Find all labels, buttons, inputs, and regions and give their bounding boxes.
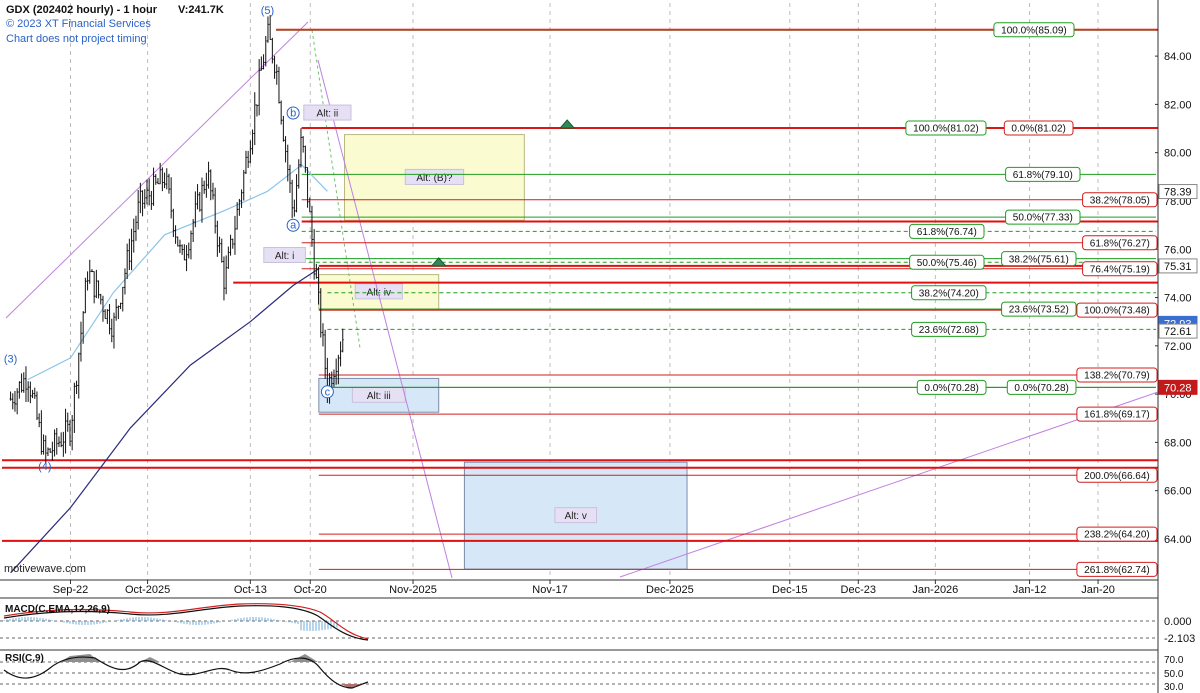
fib-level-label: 50.0%(75.46) xyxy=(917,258,977,269)
fib-level-label: 100.0%(85.09) xyxy=(1001,25,1067,36)
y-tick-label: 84.00 xyxy=(1164,51,1192,63)
x-tick-label: Jan-2026 xyxy=(912,584,958,596)
x-tick-label: Nov-2025 xyxy=(389,584,437,596)
fib-level-label: 76.4%(75.19) xyxy=(1090,264,1150,275)
y-tick-label: 74.00 xyxy=(1164,293,1192,305)
wave-label: (5) xyxy=(261,5,274,17)
volume-readout: V:241.7K xyxy=(178,4,224,16)
y-tick-label: 64.00 xyxy=(1164,534,1192,546)
annotation-layer: (5) (3) (4) b a c Alt: ii Alt: i xyxy=(4,5,576,473)
fib-level-label: 23.6%(73.52) xyxy=(1009,305,1069,316)
rsi-tick-label: 50.0 xyxy=(1164,669,1184,680)
x-tick-label: Dec-15 xyxy=(772,584,807,596)
target-triangle xyxy=(559,119,576,129)
fib-level-label: 0.0%(70.28) xyxy=(924,383,978,394)
fib-level-label: 61.8%(76.74) xyxy=(917,227,977,238)
disclaimer-text: Chart does not project timing xyxy=(6,33,147,45)
fib-level-label: 61.8%(79.10) xyxy=(1013,170,1073,181)
fib-level-label: 238.2%(64.20) xyxy=(1084,530,1150,541)
fib-level-label: 38.2%(75.61) xyxy=(1009,254,1069,265)
fib-level-label: 0.0%(70.28) xyxy=(1014,383,1068,394)
alt-label: Alt: ii xyxy=(317,109,339,120)
wave-label: (4) xyxy=(38,461,51,473)
fib-level-label: 261.8%(62.74) xyxy=(1084,565,1150,576)
chart-title: GDX (202402 hourly) - 1 hour xyxy=(6,4,158,16)
wave-label: a xyxy=(290,220,297,232)
moving-average-layer xyxy=(10,163,328,574)
fib-level-label: 50.0%(77.33) xyxy=(1013,213,1073,224)
alt-label: Alt: i xyxy=(275,251,294,262)
rsi-panel: RSI(C,9) 70.0 50.0 30.0 xyxy=(0,649,1184,693)
moving-average-line xyxy=(10,268,320,574)
y-tick-label: 80.00 xyxy=(1164,148,1192,160)
y-tick-label: 76.00 xyxy=(1164,244,1192,256)
axes-layer: 64.0066.0068.0070.0072.0074.0076.0078.00… xyxy=(0,0,1198,693)
fib-level-label: 38.2%(78.05) xyxy=(1090,195,1150,206)
y-tick-label: 72.00 xyxy=(1164,341,1192,353)
rsi-tick-label: 70.0 xyxy=(1164,655,1184,666)
price-layer xyxy=(9,14,344,464)
macd-tick-label: 0.000 xyxy=(1164,616,1192,628)
channel-line-upper xyxy=(5,21,309,319)
zone-label: Alt: iii xyxy=(367,391,391,402)
wave-label: c xyxy=(325,386,331,398)
copyright-text: © 2023 XT Financial Services xyxy=(6,18,151,30)
price-badge-label: 72.61 xyxy=(1164,326,1192,338)
x-tick-label: Sep-22 xyxy=(53,584,88,596)
price-badge-label: 70.28 xyxy=(1164,382,1192,394)
x-tick-label: Oct-2025 xyxy=(125,584,170,596)
fib-level-label: 38.2%(74.20) xyxy=(919,288,979,299)
moving-average-line xyxy=(27,163,328,381)
fib-level-label: 200.0%(66.64) xyxy=(1084,471,1150,482)
x-tick-label: Nov-17 xyxy=(532,584,567,596)
x-tick-label: Dec-23 xyxy=(841,584,876,596)
y-tick-label: 82.00 xyxy=(1164,99,1192,111)
y-tick-label: 66.00 xyxy=(1164,486,1192,498)
fib-level-label: 138.2%(70.79) xyxy=(1084,371,1150,382)
fib-level-label: 161.8%(69.17) xyxy=(1084,410,1150,421)
y-tick-label: 68.00 xyxy=(1164,437,1192,449)
macd-title: MACD(C,EMA,12,26,9) xyxy=(5,604,110,615)
fib-level-label: 100.0%(81.02) xyxy=(913,124,979,135)
watermark: motivewave.com xyxy=(4,563,86,575)
wave-label: b xyxy=(290,107,296,119)
macd-panel: MACD(C,EMA,12,26,9) 0.000 -2.103 xyxy=(0,597,1195,645)
wave-label: (3) xyxy=(4,354,17,366)
price-badge-label: 78.39 xyxy=(1164,187,1192,199)
zone-label: Alt: v xyxy=(565,511,587,522)
price-badge-label: 75.31 xyxy=(1164,261,1192,273)
price-chart[interactable]: Alt: (B)?Alt: ivAlt: iiiAlt: v 100.0%(85… xyxy=(0,0,1200,693)
rsi-title: RSI(C,9) xyxy=(5,653,44,664)
fib-level-label: 23.6%(72.68) xyxy=(919,325,979,336)
x-tick-label: Oct-13 xyxy=(234,584,267,596)
macd-tick-label: -2.103 xyxy=(1164,633,1195,645)
rsi-tick-label: 30.0 xyxy=(1164,682,1184,693)
fib-level-label: 100.0%(73.48) xyxy=(1084,306,1150,317)
fib-level-label: 61.8%(76.27) xyxy=(1090,238,1150,249)
x-tick-label: Oct-20 xyxy=(294,584,327,596)
x-tick-label: Jan-20 xyxy=(1081,584,1115,596)
fib-level-label: 0.0%(81.02) xyxy=(1011,124,1065,135)
x-tick-label: Dec-2025 xyxy=(646,584,694,596)
x-tick-label: Jan-12 xyxy=(1013,584,1047,596)
